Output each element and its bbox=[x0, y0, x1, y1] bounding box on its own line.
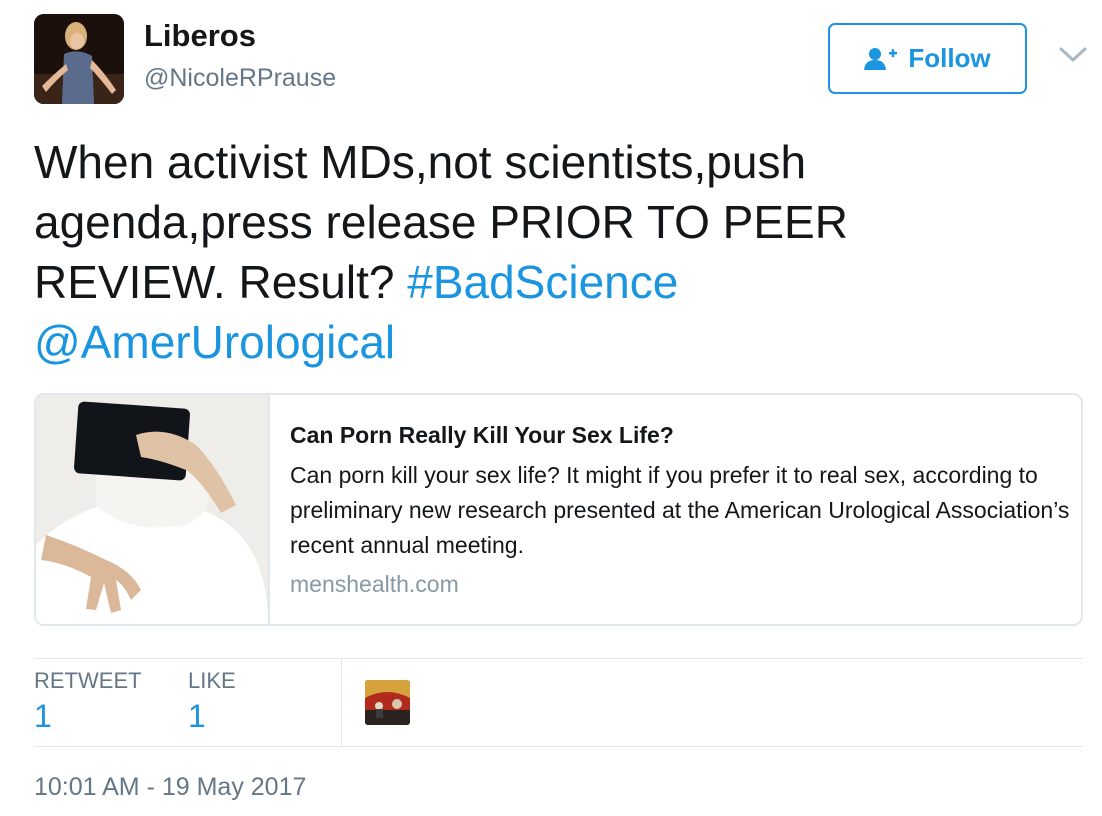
card-domain: menshealth.com bbox=[290, 571, 459, 597]
divider bbox=[34, 658, 1083, 659]
timestamp[interactable]: 10:01 AM - 19 May 2017 bbox=[34, 773, 306, 802]
profile-photo bbox=[34, 14, 124, 104]
stats-separator bbox=[341, 659, 342, 746]
liker-avatar[interactable] bbox=[365, 680, 410, 725]
follow-button[interactable]: Follow bbox=[828, 23, 1027, 94]
chevron-down-icon[interactable] bbox=[1058, 44, 1088, 66]
tweet-text: When activist MDs,not scientists,push age… bbox=[34, 132, 1074, 372]
user-handle[interactable]: @NicoleRPrause bbox=[144, 64, 336, 93]
card-description: Can porn kill your sex life? It might if… bbox=[290, 462, 1070, 558]
tweet-text-line: agenda,press release PRIOR TO PEER bbox=[34, 196, 848, 248]
hashtag-link[interactable]: #BadScience bbox=[407, 256, 678, 308]
like-count[interactable]: 1 bbox=[188, 698, 206, 735]
follow-button-label: Follow bbox=[908, 43, 991, 73]
card-thumbnail bbox=[36, 395, 270, 624]
link-preview-card[interactable]: Can Porn Really Kill Your Sex Life? Can … bbox=[34, 393, 1083, 626]
add-user-icon bbox=[864, 47, 898, 70]
tweet-text-line: When activist MDs,not scientists,push bbox=[34, 136, 807, 188]
card-title: Can Porn Really Kill Your Sex Life? bbox=[290, 422, 674, 448]
tweet-text-line: REVIEW. Result? bbox=[34, 256, 408, 308]
like-label[interactable]: LIKE bbox=[188, 668, 236, 694]
divider bbox=[34, 746, 1083, 747]
avatar[interactable] bbox=[34, 14, 124, 104]
retweet-count[interactable]: 1 bbox=[34, 698, 52, 735]
mention-link[interactable]: @AmerUrological bbox=[34, 316, 395, 368]
display-name[interactable]: Liberos bbox=[144, 18, 256, 54]
retweet-label[interactable]: RETWEET bbox=[34, 668, 142, 694]
